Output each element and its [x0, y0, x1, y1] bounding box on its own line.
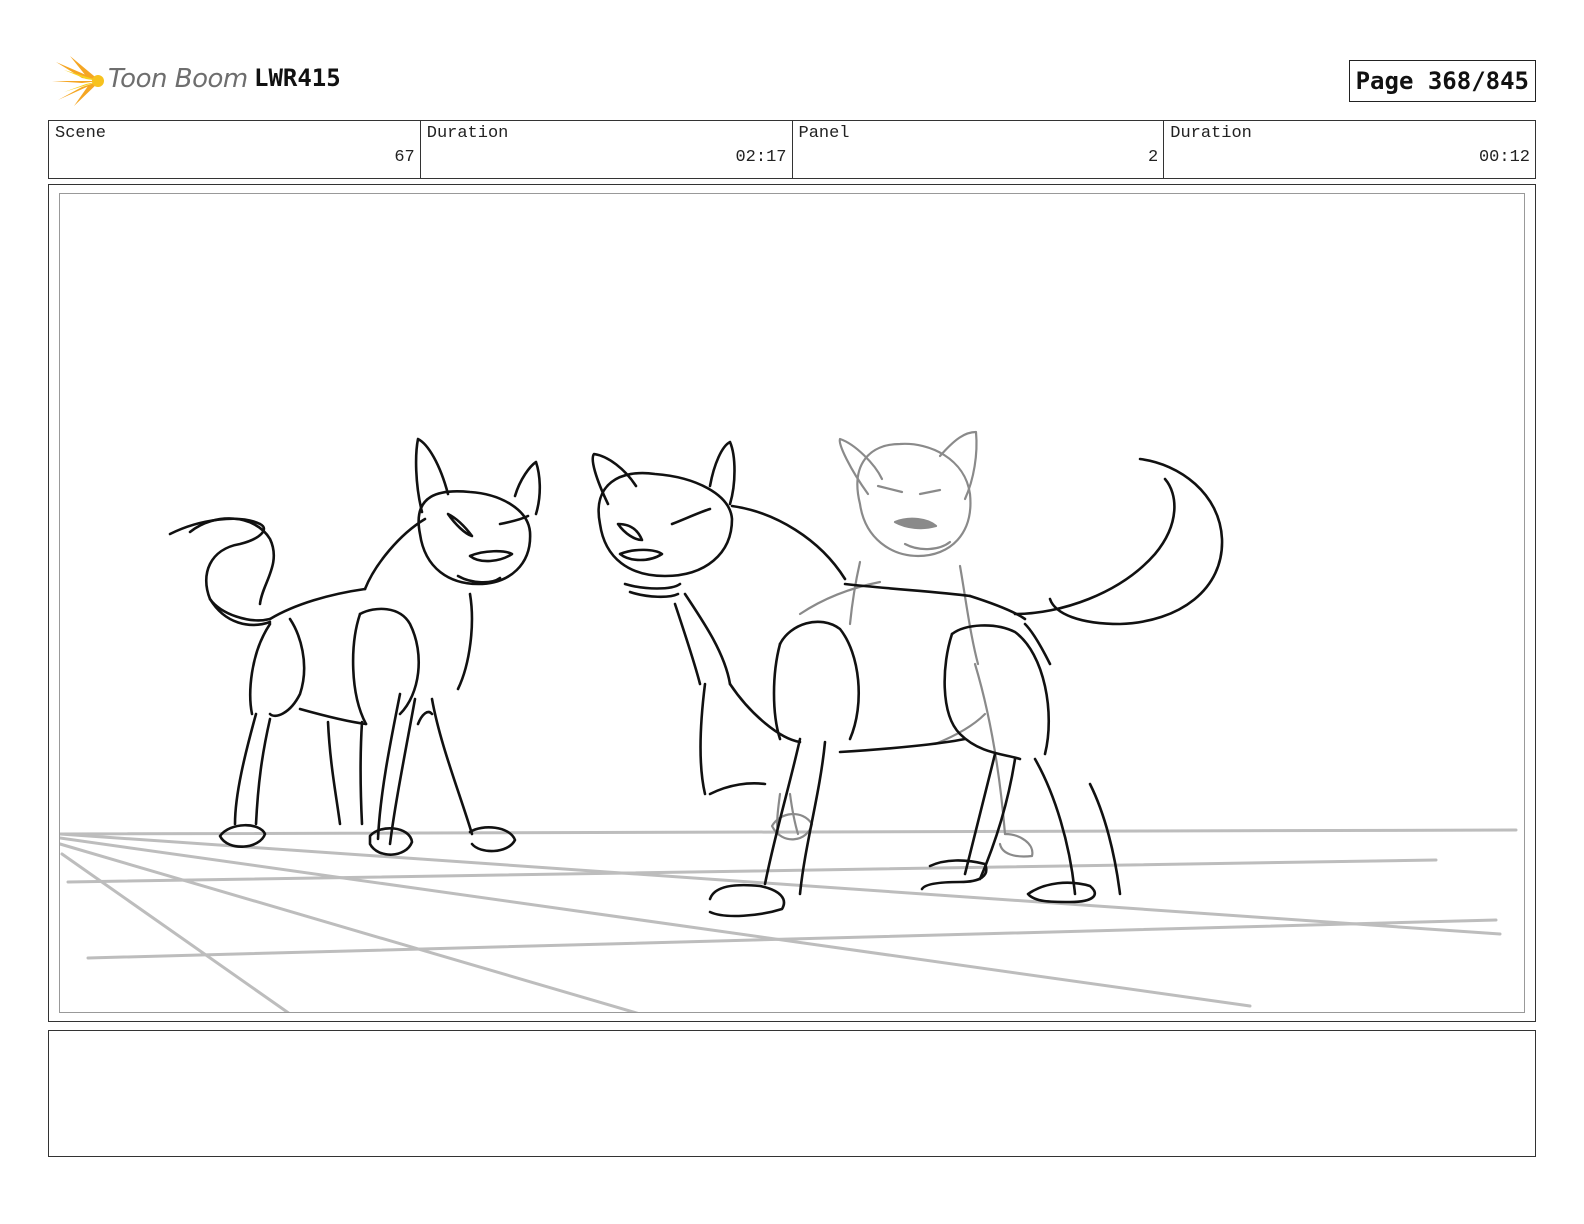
storyboard-panel-image [59, 193, 1525, 1013]
project-code: LWR415 [254, 64, 341, 92]
scene-duration-label: Duration [426, 124, 509, 143]
sketch-drawing [60, 430, 1518, 1012]
page-header: Toon Boom LWR415 Page 368/845 [48, 52, 1536, 110]
panel-notes-box [48, 1030, 1536, 1157]
scene-label: Scene [55, 124, 107, 143]
scene-duration-value: 02:17 [735, 148, 787, 167]
panel-cell: Panel 2 [793, 121, 1165, 178]
ghost-cat-sketch [770, 430, 1034, 858]
logo-text: Toon Boom [108, 64, 248, 94]
panel-info-table: Scene 67 Duration 02:17 Panel 2 Duration… [48, 120, 1536, 179]
panel-label: Panel [798, 124, 850, 143]
toon-boom-sunburst-icon [52, 56, 104, 106]
scene-cell: Scene 67 [49, 121, 421, 178]
floor-grid [60, 828, 1518, 1012]
storyboard-panel-frame [48, 184, 1536, 1022]
panel-duration-cell: Duration 00:12 [1164, 121, 1535, 178]
page-indicator: Page 368/845 [1348, 60, 1536, 102]
left-cat-sketch [168, 437, 542, 856]
scene-duration-cell: Duration 02:17 [421, 121, 793, 178]
scene-value: 67 [394, 148, 415, 167]
toon-boom-logo: Toon Boom [52, 54, 248, 108]
right-cat-sketch [591, 440, 1224, 918]
panel-duration-label: Duration [1170, 124, 1252, 143]
panel-value: 2 [1148, 148, 1159, 167]
panel-duration-value: 00:12 [1478, 148, 1530, 167]
